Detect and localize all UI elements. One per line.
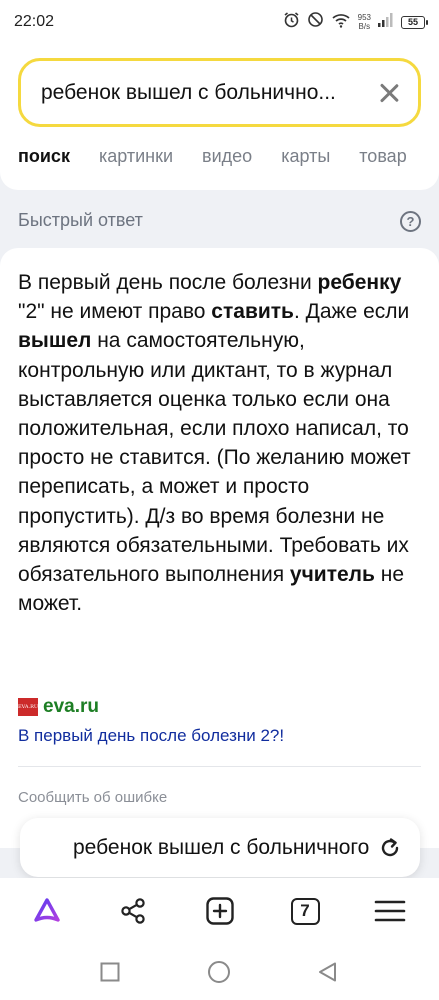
search-query-text[interactable]: ребенок вышел с больнично...: [41, 81, 378, 105]
system-nav: [0, 946, 439, 1000]
tab-images[interactable]: картинки: [99, 146, 173, 167]
search-tabs: поиск картинки видео карты товар: [18, 146, 407, 167]
search-header: ребенок вышел с больнично... поиск карти…: [0, 44, 439, 190]
question-icon[interactable]: ?: [400, 211, 421, 232]
answer-card: В первый день после болезни ребенку "2" …: [0, 248, 439, 848]
answer-segment: на самостоятельную, контрольную или дикт…: [18, 329, 411, 587]
divider: [18, 766, 421, 767]
query-pill[interactable]: ребенок вышел с больничного: [20, 818, 420, 877]
source-name[interactable]: eva.ru: [43, 696, 99, 718]
answer-segment: . Даже если: [293, 300, 410, 324]
bottom-nav: 7: [0, 878, 439, 946]
answer-highlight: учитель: [289, 563, 375, 587]
home-icon[interactable]: [207, 960, 231, 984]
answer-highlight: ставить: [211, 300, 294, 324]
quick-answer-label: Быстрый ответ: [18, 210, 143, 230]
source-row[interactable]: EVA.RU eva.ru: [18, 696, 99, 718]
signal-icon: [378, 12, 394, 32]
refresh-icon[interactable]: [378, 836, 402, 860]
battery-icon: 55: [401, 15, 428, 29]
answer-highlight: ребенку: [317, 271, 402, 294]
speed-unit: B/s: [358, 22, 371, 31]
search-input[interactable]: ребенок вышел с больнично...: [18, 58, 421, 127]
alarm-icon: [283, 11, 300, 33]
answer-text: В первый день после болезни ребенку "2" …: [18, 268, 418, 618]
recents-icon[interactable]: [98, 960, 122, 984]
report-error-link[interactable]: Сообщить об ошибке: [18, 789, 167, 806]
query-pill-text[interactable]: ребенок вышел с больничного: [73, 836, 378, 860]
tab-video[interactable]: видео: [202, 146, 252, 167]
new-tab-icon[interactable]: [203, 894, 237, 928]
alice-icon[interactable]: [30, 894, 64, 928]
status-time: 22:02: [14, 13, 55, 30]
tab-count[interactable]: 7: [290, 897, 320, 925]
speed-value: 953: [357, 13, 371, 22]
tab-products[interactable]: товар: [359, 146, 406, 167]
wifi-icon: [331, 12, 351, 33]
menu-icon[interactable]: [373, 894, 407, 928]
answer-segment: В первый день после болезни: [18, 271, 318, 294]
network-speed: 953 B/s: [358, 13, 371, 31]
back-icon[interactable]: [316, 960, 340, 984]
tabs-icon[interactable]: 7: [288, 894, 322, 928]
source-logo: EVA.RU: [18, 698, 38, 716]
answer-highlight: вышел: [18, 329, 92, 353]
status-icons: 953 B/s 55: [283, 11, 428, 33]
share-icon[interactable]: [116, 894, 150, 928]
do-not-disturb-icon: [307, 11, 324, 33]
tab-maps[interactable]: карты: [281, 146, 330, 167]
answer-segment: "2" не имеют право: [18, 300, 212, 324]
source-link[interactable]: В первый день после болезни 2?!: [18, 726, 284, 746]
close-icon[interactable]: [378, 82, 400, 104]
tab-search[interactable]: поиск: [18, 146, 70, 167]
status-bar: 22:02 953 B/s 55: [0, 0, 439, 44]
